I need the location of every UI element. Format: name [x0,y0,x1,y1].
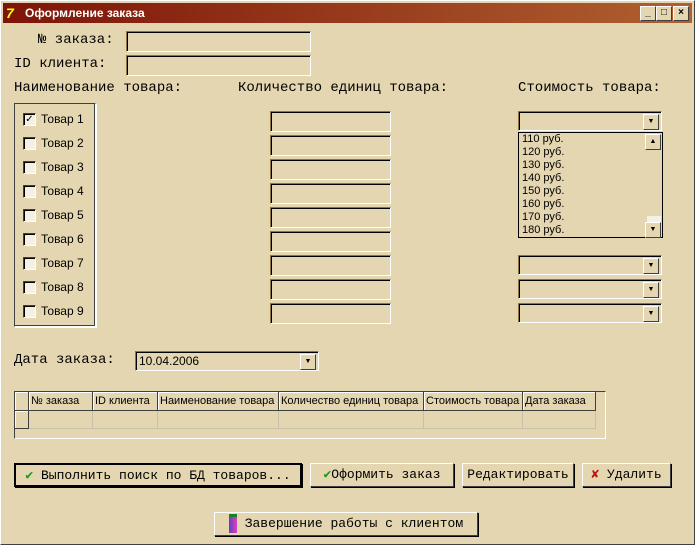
product-checkbox[interactable]: ✓ [23,113,36,126]
grid-column-header[interactable]: Стоимость товара [424,392,523,411]
scroll-down-icon[interactable]: ▼ [645,222,661,238]
order-window: 7 Оформление заказа _ □ × № заказа: ID к… [0,0,695,545]
product-label: Товар 7 [41,256,84,270]
grid-row-indicator[interactable] [15,411,29,429]
qty-header: Количество единиц товара: [238,80,449,96]
price-combo[interactable]: ▼ [518,303,662,323]
price-option[interactable]: 150 руб. [519,185,662,198]
grid-cell[interactable] [158,411,279,429]
price-option[interactable]: 140 руб. [519,172,662,185]
grid-cell[interactable] [523,411,596,429]
delete-button[interactable]: ✘ Удалить [582,463,671,487]
product-label: Товар 4 [41,184,84,198]
qty-input[interactable] [270,231,391,252]
qty-input[interactable] [270,207,391,228]
price-option[interactable]: 170 руб. [519,211,662,224]
product-label: Товар 1 [41,112,84,126]
window-title: Оформление заказа [25,6,145,20]
qty-input[interactable] [270,279,391,300]
price-combo[interactable]: ▼ [518,111,662,131]
grid-indicator-header [15,392,29,411]
client-id-label: ID клиента: [14,56,107,72]
orders-grid[interactable]: № заказа ID клиента Наименование товара Кол… [14,391,606,439]
title-bar: 7 Оформление заказа _ □ × [3,3,692,23]
product-checkbox[interactable] [23,161,36,174]
place-order-button[interactable]: ✔Оформить заказ [310,463,454,487]
product-label: Товар 9 [41,304,84,318]
qty-input[interactable] [270,135,391,156]
price-option[interactable]: 160 руб. [519,198,662,211]
price-option[interactable]: 130 руб. [519,159,662,172]
order-date-value: 10.04.2006 [139,354,200,368]
grid-cell[interactable] [93,411,158,429]
check-icon: ✔ [25,468,34,483]
minimize-button[interactable]: _ [640,6,656,21]
door-icon [228,514,237,534]
price-combo[interactable]: ▼ [518,279,662,299]
search-db-label: Выполнить поиск по БД товаров... [41,468,291,483]
product-checkbox[interactable] [23,305,36,318]
order-date-label: Дата заказа: [14,352,115,368]
grid-cell[interactable] [279,411,424,429]
edit-label: Редактировать [467,467,569,482]
search-db-button[interactable]: ✔ Выполнить поиск по БД товаров... [14,463,302,487]
scroll-up-icon[interactable]: ▲ [645,134,661,150]
product-label: Товар 8 [41,280,84,294]
price-option[interactable]: 120 руб. [519,146,662,159]
qty-input[interactable] [270,159,391,180]
grid-column-header[interactable]: ID клиента [93,392,158,411]
grid-cell[interactable] [424,411,523,429]
qty-input[interactable] [270,183,391,204]
price-option[interactable]: 180 руб. [519,224,662,237]
product-checkbox[interactable] [23,209,36,222]
maximize-button[interactable]: □ [656,6,672,21]
order-no-input[interactable] [126,31,311,52]
chevron-down-icon[interactable]: ▼ [643,114,659,130]
price-dropdown-list[interactable]: 110 руб. 120 руб. 130 руб. 140 руб. 150 руб.… [518,132,663,238]
grid-cell[interactable] [29,411,93,429]
price-combo[interactable]: ▼ [518,255,662,275]
product-label: Товар 2 [41,136,84,150]
grid-column-header[interactable]: Наименование товара [158,392,279,411]
product-checkbox[interactable] [23,137,36,150]
delete-label: Удалить [607,467,662,482]
chevron-down-icon[interactable]: ▼ [643,258,659,274]
product-label: Товар 3 [41,160,84,174]
chevron-down-icon[interactable]: ▼ [643,306,659,322]
product-checkbox[interactable] [23,185,36,198]
scrollbar[interactable]: ▲ ▼ [645,134,661,238]
price-option[interactable]: 110 руб. [519,133,662,146]
chevron-down-icon[interactable]: ▼ [643,282,659,298]
product-checkbox[interactable] [23,233,36,246]
chevron-down-icon[interactable]: ▼ [300,354,316,370]
qty-input[interactable] [270,255,391,276]
product-label: Товар 5 [41,208,84,222]
cross-icon: ✘ [591,467,600,482]
order-date-combo[interactable]: 10.04.2006 ▼ [135,351,319,371]
client-id-input[interactable] [126,55,311,76]
order-no-label: № заказа: [38,32,114,48]
product-checkbox[interactable] [23,257,36,270]
app-icon: 7 [6,5,14,21]
grid-column-header[interactable]: № заказа [29,392,93,411]
product-label: Товар 6 [41,232,84,246]
product-name-header: Наименование товара: [14,80,183,96]
finish-client-button[interactable]: Завершение работы с клиентом [214,512,478,536]
grid-column-header[interactable]: Дата заказа [523,392,596,411]
qty-input[interactable] [270,303,391,324]
qty-input[interactable] [270,111,391,132]
price-header: Стоимость товара: [518,80,661,96]
check-mark-icon: ✓ [25,114,34,125]
finish-client-label: Завершение работы с клиентом [244,516,464,531]
place-order-label: Оформить заказ [331,467,441,482]
close-button[interactable]: × [673,6,689,21]
product-checkbox[interactable] [23,281,36,294]
edit-button[interactable]: Редактировать [462,463,574,487]
grid-column-header[interactable]: Количество единиц товара [279,392,424,411]
